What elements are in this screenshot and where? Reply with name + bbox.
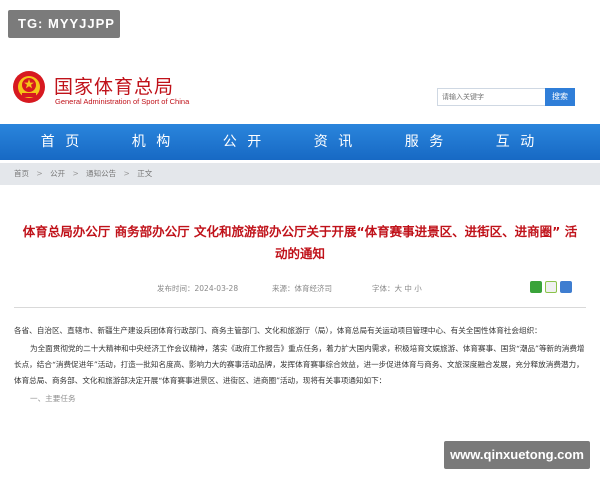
share-bar <box>530 281 572 293</box>
article-source: 来源：体育经济司 <box>272 284 332 293</box>
breadcrumb-separator: > <box>36 169 43 178</box>
breadcrumb-current: 正文 <box>137 169 153 178</box>
breadcrumb-home[interactable]: 首页 <box>14 169 29 178</box>
article-section-heading: 一、主要任务 <box>30 394 76 403</box>
article-title-line1: 体育总局办公厅 商务部办公厅 文化和旅游部办公厅关于开展“体育赛事进景区、进街区… <box>22 224 578 239</box>
nav-item-services[interactable]: 服 务 <box>380 124 471 160</box>
breadcrumb-separator: > <box>123 169 130 178</box>
site-header: 国家体育总局 General Administration of Sport o… <box>0 44 600 124</box>
article-paragraph: 为全面贯彻党的二十大精神和中央经济工作会议精神，落实《政府工作报告》重点任务，着… <box>14 344 585 385</box>
qzone-icon[interactable] <box>560 281 572 293</box>
national-emblem-icon <box>13 71 45 103</box>
nav-item-home[interactable]: 首 页 <box>16 124 107 160</box>
nav-item-organization[interactable]: 机 构 <box>107 124 198 160</box>
wechat-icon[interactable] <box>530 281 542 293</box>
site-title[interactable]: 国家体育总局 <box>54 72 174 99</box>
nav-item-news[interactable]: 资 讯 <box>289 124 380 160</box>
breadcrumb: 首页 > 公开 > 通知公告 > 正文 <box>0 163 600 185</box>
site-subtitle: General Administration of Sport of China <box>55 97 190 106</box>
breadcrumb-public[interactable]: 公开 <box>50 169 65 178</box>
weibo-icon[interactable] <box>545 281 557 293</box>
publish-date: 发布时间：2024-03-28 <box>157 284 239 293</box>
font-size-control[interactable]: 字体：大 中 小 <box>372 283 422 294</box>
nav-item-interaction[interactable]: 互 动 <box>471 124 562 160</box>
article: 体育总局办公厅 商务部办公厅 文化和旅游部办公厅关于开展“体育赛事进景区、进街区… <box>0 185 600 480</box>
article-paragraph: 各省、自治区、直辖市、新疆生产建设兵团体育行政部门、商务主管部门、文化和旅游厅（… <box>14 326 542 335</box>
breadcrumb-separator: > <box>72 169 79 178</box>
search-input[interactable] <box>437 88 545 106</box>
tg-badge: TG: MYYJJPP <box>8 10 120 38</box>
article-title-line2: 动的通知 <box>274 246 325 261</box>
search-button[interactable]: 搜索 <box>545 88 575 106</box>
nav-item-public[interactable]: 公 开 <box>198 124 289 160</box>
watermark: www.qinxuetong.com <box>444 441 590 469</box>
meta-divider <box>14 307 586 308</box>
main-nav: 首 页 机 构 公 开 资 讯 服 务 互 动 <box>0 124 600 160</box>
article-body: 各省、自治区、直辖市、新疆生产建设兵团体育行政部门、商务主管部门、文化和旅游厅（… <box>14 323 586 409</box>
breadcrumb-notices[interactable]: 通知公告 <box>86 169 116 178</box>
article-meta: 发布时间：2024-03-28 来源：体育经济司 字体：大 中 小 <box>0 283 600 299</box>
article-title: 体育总局办公厅 商务部办公厅 文化和旅游部办公厅关于开展“体育赛事进景区、进街区… <box>15 221 585 265</box>
